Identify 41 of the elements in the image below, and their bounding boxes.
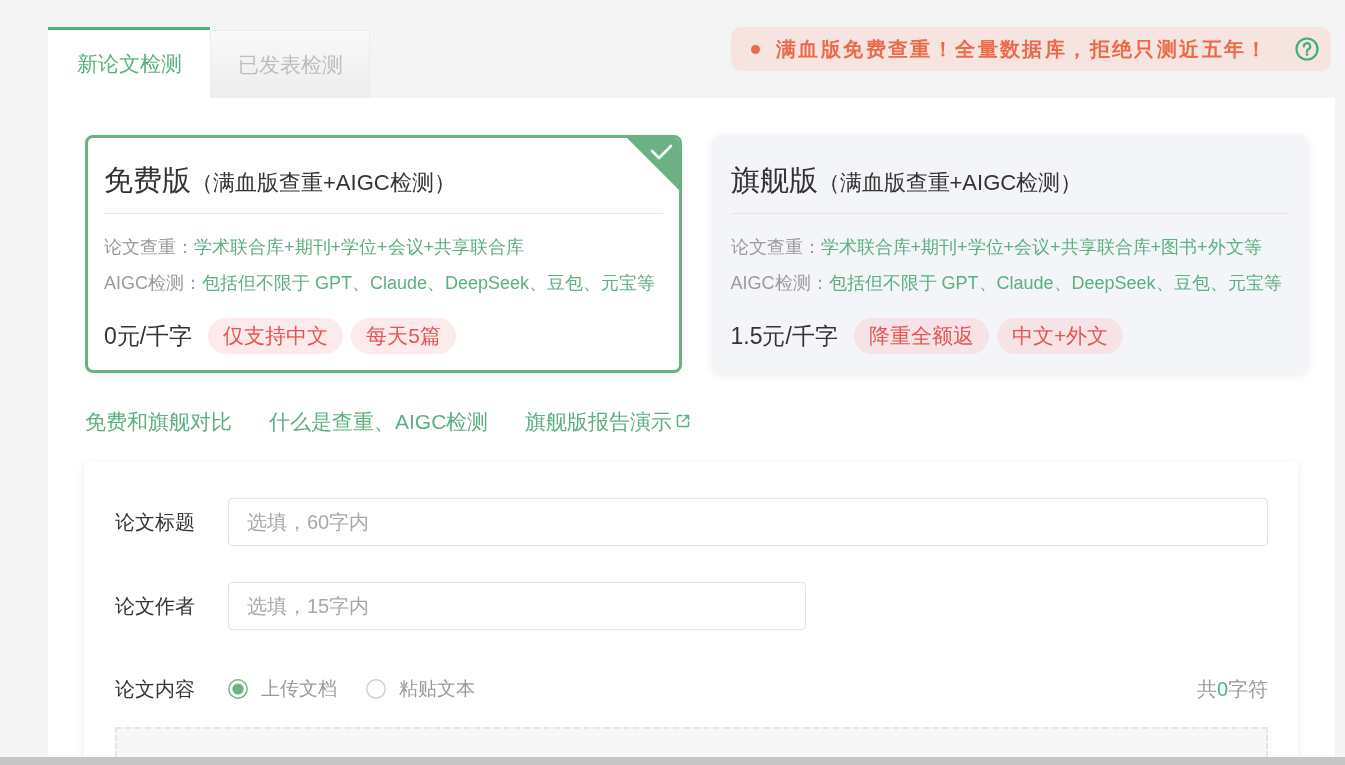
horizontal-scrollbar[interactable] (0, 757, 1345, 765)
plan-card[interactable]: 免费版（满血版查重+AIGC检测） 论文查重：学术联合库+期刊+学位+会议+共享联合库 AIGC检测：包括但不限于 GPT、Claude、DeepSeek、豆包、元宝等 0元/千字 仅支持中文 每天5篇 (85, 135, 682, 373)
feature-value: 学术联合库+期刊+学位+会议+共享联合库+图书+外文等 (820, 237, 1262, 257)
feature-label: AIGC检测： (104, 273, 202, 293)
text-input[interactable]: 选填，60字内 (228, 498, 1268, 546)
feature-value: 包括但不限于 GPT、Claude、DeepSeek、豆包、元宝等 (828, 273, 1282, 293)
feature-value: 包括但不限于 GPT、Claude、DeepSeek、豆包、元宝等 (202, 273, 656, 293)
plan-name: 免费版 (104, 164, 191, 196)
text-input[interactable]: 选填，15字内 (228, 582, 806, 630)
help-link[interactable]: 什么是查重、AIGC检测 (269, 407, 489, 437)
plan-subtitle: （满血版查重+AIGC检测） (817, 170, 1083, 195)
feature-label: 论文查重： (104, 237, 194, 257)
plan-price: 1.5元/千字 (730, 321, 838, 351)
help-link[interactable]: 免费和旗舰对比 (85, 407, 232, 437)
upload-drop-area[interactable] (115, 727, 1268, 757)
plan-tag: 降重全额返 (853, 318, 989, 354)
feature-label: AIGC检测： (730, 273, 829, 293)
feature-label: 论文查重： (730, 237, 821, 257)
tab[interactable]: 新论文检测 (48, 27, 210, 98)
plan-tag: 仅支持中文 (208, 318, 344, 354)
plan-name: 旗舰版 (730, 164, 818, 196)
plan-subtitle: （满血版查重+AIGC检测） (191, 170, 456, 195)
radio-label[interactable]: 粘贴文本 (399, 675, 475, 703)
plan-card[interactable]: 旗舰版（满血版查重+AIGC检测） 论文查重：学术联合库+期刊+学位+会议+共享联合库+图书+外文等 AIGC检测：包括但不限于 GPT、Claude、DeepSeek、豆包、元宝等 1.5元/千字 降重全额返 中文+外文 (711, 135, 1308, 373)
field-label: 论文内容 (115, 677, 196, 702)
feature-value: 学术联合库+期刊+学位+会议+共享联合库 (194, 237, 525, 257)
plan-tag: 每天5篇 (351, 318, 456, 354)
radio-label[interactable]: 上传文档 (261, 675, 337, 703)
radio-button[interactable] (366, 679, 386, 699)
radio-button[interactable] (228, 679, 248, 699)
field-label: 论文标题 (115, 510, 196, 535)
notice-text: 满血版免费查重！全量数据库，拒绝只测近五年！ (776, 37, 1270, 62)
help-icon[interactable] (1295, 37, 1319, 61)
check-corner-icon (626, 138, 679, 190)
bullet-dot-icon (751, 44, 760, 54)
external-link-icon (676, 414, 691, 428)
field-label: 论文作者 (115, 594, 196, 619)
plan-tag: 中文+外文 (996, 318, 1124, 354)
character-count: 共0字符 (1196, 677, 1268, 702)
help-link[interactable]: 旗舰版报告演示 (525, 407, 691, 437)
plan-price: 0元/千字 (104, 321, 193, 351)
